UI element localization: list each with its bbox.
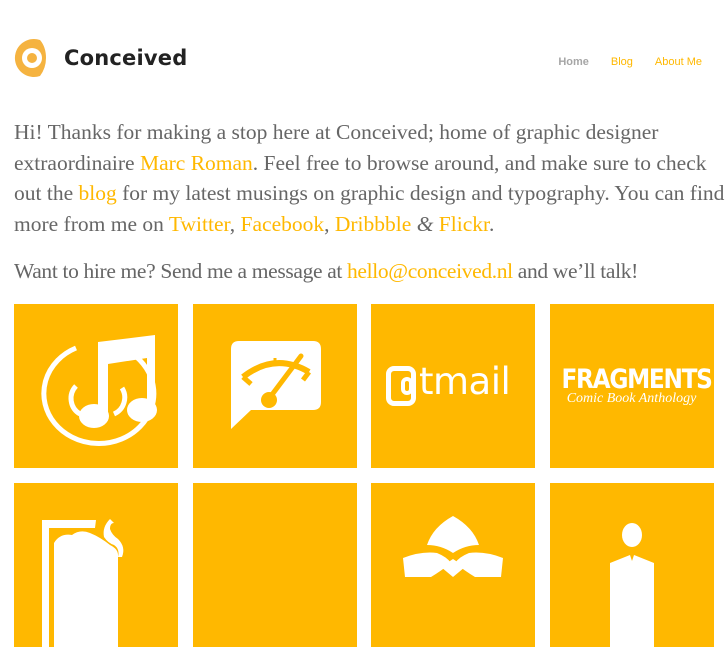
- person-icon: [609, 523, 654, 647]
- portfolio-tile-music[interactable]: [14, 304, 178, 468]
- site-logo[interactable]: Conceived: [14, 38, 187, 78]
- fragments-subtitle: Comic Book Anthology: [566, 391, 697, 406]
- hire-text: and we’ll talk!: [512, 259, 638, 283]
- portfolio-tile-fragments[interactable]: FRAGMENTS Comic Book Anthology: [549, 304, 714, 468]
- speech-bubble-gauge-icon: [230, 341, 321, 429]
- portfolio-tile-person[interactable]: [549, 483, 714, 647]
- site-name: Conceived: [64, 46, 188, 70]
- email-link[interactable]: hello@conceived.nl: [347, 259, 513, 283]
- portfolio-tile-lotus[interactable]: [371, 483, 535, 647]
- conceived-logo-icon: [14, 38, 47, 77]
- twitter-link[interactable]: Twitter: [169, 212, 230, 236]
- portfolio-tile-gauge[interactable]: [192, 304, 357, 468]
- framed-elephant-icon: [42, 519, 124, 647]
- marc-roman-link[interactable]: Marc Roman: [140, 151, 253, 175]
- intro-end: .: [488, 211, 495, 236]
- blog-link[interactable]: blog: [79, 181, 117, 205]
- dribbble-link[interactable]: Dribbble: [335, 212, 411, 236]
- ampersand: &: [411, 211, 439, 236]
- facebook-link[interactable]: Facebook: [241, 212, 325, 236]
- portfolio-tile-elephant[interactable]: [14, 483, 178, 647]
- intro-paragraph: Hi! Thanks for making a stop here at Con…: [14, 117, 726, 239]
- separator: ,: [324, 211, 335, 236]
- flickr-link[interactable]: Flickr: [439, 212, 489, 236]
- atmail-logo-text: tmail: [419, 360, 511, 403]
- lotus-icon: [403, 516, 503, 577]
- portfolio-grid: tmail FRAGMENTS Comic Book Anthology: [14, 304, 714, 647]
- music-note-icon: [41, 335, 157, 446]
- hire-paragraph: Want to hire me? Send me a message at he…: [14, 256, 726, 286]
- atmail-bracket-icon: [386, 366, 416, 406]
- portfolio-tile-blank[interactable]: [192, 483, 357, 647]
- nav-about-me[interactable]: About Me: [655, 56, 702, 68]
- separator: ,: [229, 211, 241, 236]
- nav-blog[interactable]: Blog: [611, 56, 633, 68]
- main-nav: Home Blog About Me: [536, 56, 702, 68]
- nav-home[interactable]: Home: [558, 56, 589, 68]
- portfolio-tile-atmail[interactable]: tmail: [371, 304, 535, 468]
- hire-text: Want to hire me? Send me a message at: [14, 259, 348, 283]
